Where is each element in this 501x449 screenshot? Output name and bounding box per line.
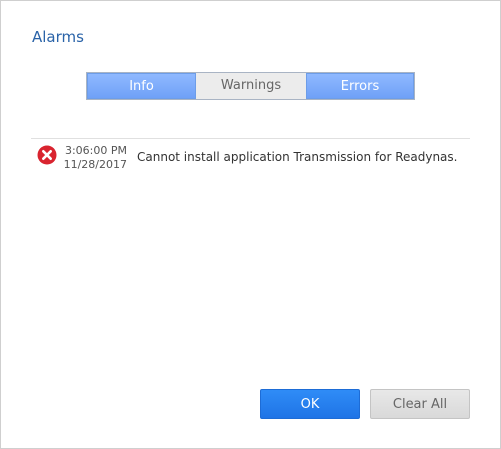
alarm-list-item[interactable]: 3:06:00 PM 11/28/2017 Cannot install app… (35, 144, 475, 176)
tab-warnings[interactable]: Warnings (196, 73, 306, 99)
dialog-title: Alarms (32, 28, 84, 46)
alarm-timestamp: 3:06:00 PM 11/28/2017 (63, 144, 127, 172)
tab-info[interactable]: Info (87, 73, 196, 99)
severity-filter-tabs: Info Warnings Errors (86, 72, 415, 100)
alarm-message: Cannot install application Transmission … (137, 150, 458, 164)
error-x-icon (37, 145, 57, 165)
alarm-date: 11/28/2017 (63, 158, 127, 171)
clear-all-button[interactable]: Clear All (370, 389, 470, 419)
tab-errors[interactable]: Errors (306, 73, 414, 99)
ok-button[interactable]: OK (260, 389, 360, 419)
alarm-time: 3:06:00 PM (64, 144, 127, 157)
list-divider (31, 138, 470, 139)
alarms-dialog: Alarms Info Warnings Errors 3:06:00 PM 1… (0, 0, 501, 449)
